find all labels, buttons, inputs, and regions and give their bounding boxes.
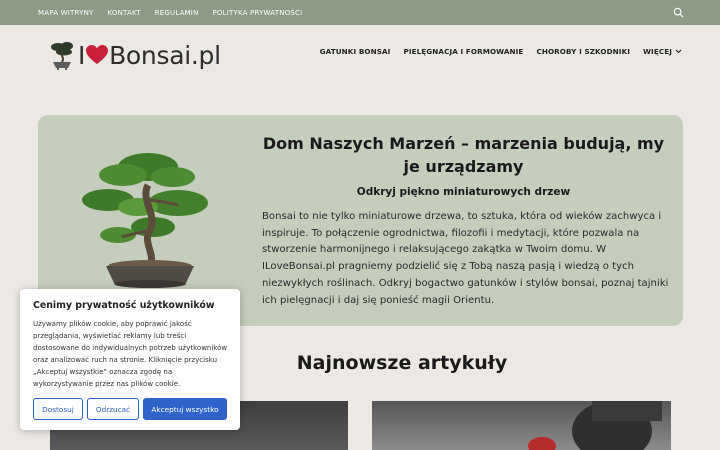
reject-button[interactable]: Odrzucać [87, 398, 139, 420]
nav-item-care[interactable]: PIELĘGNACJA I FORMOWANIE [403, 47, 523, 56]
nav-more-label: WIĘCEJ [643, 47, 672, 56]
nav-item-diseases[interactable]: CHOROBY I SZKODNIKI [536, 47, 630, 56]
logo-prefix: I [78, 40, 86, 70]
cookie-consent-dialog: Cenimy prywatność użytkowników Używamy p… [20, 289, 240, 430]
bonsai-tree-image [82, 153, 208, 288]
logo-text: I Bonsai.pl [78, 41, 221, 70]
hero-text: Bonsai to nie tylko miniaturowe drzewa, … [262, 211, 669, 306]
heart-icon [86, 45, 109, 64]
top-link-sitemap[interactable]: MAPA WITRYNY [38, 9, 93, 17]
bonsai-logo-icon [51, 42, 73, 70]
main-nav: GATUNKI BONSAI PIELĘGNACJA I FORMOWANIE … [320, 47, 682, 56]
site-header: I Bonsai.pl GATUNKI BONSAI PIELĘGNACJA I… [0, 25, 720, 85]
chevron-down-icon [675, 49, 682, 54]
article-card-image[interactable] [372, 401, 671, 450]
customize-button[interactable]: Dostosuj [33, 398, 83, 420]
site-logo[interactable]: I Bonsai.pl [48, 39, 221, 71]
article-photo [528, 401, 662, 450]
logo-name: Bonsai.pl [109, 40, 221, 70]
top-bar: MAPA WITRYNY KONTAKT REGULAMIN POLITYKA … [0, 0, 720, 25]
search-icon[interactable] [673, 7, 684, 18]
nav-item-species[interactable]: GATUNKI BONSAI [320, 47, 391, 56]
nav-item-more[interactable]: WIĘCEJ [643, 47, 682, 56]
top-link-privacy[interactable]: POLITYKA PRYWATNOŚCI [213, 9, 303, 17]
hero-title: Dom Naszych Marzeń – marzenia budują, my… [262, 134, 665, 176]
top-nav: MAPA WITRYNY KONTAKT REGULAMIN POLITYKA … [38, 0, 302, 25]
top-link-terms[interactable]: REGULAMIN [155, 9, 199, 17]
accept-all-button[interactable]: Akceptuj wszystko [143, 398, 227, 420]
cookie-text: Używamy plików cookie, aby poprawić jako… [33, 320, 228, 388]
cookie-title: Cenimy prywatność użytkowników [33, 300, 215, 311]
top-link-contact[interactable]: KONTAKT [107, 9, 140, 17]
hero-subtitle: Odkryj piękno miniaturowych drzew [356, 186, 571, 198]
